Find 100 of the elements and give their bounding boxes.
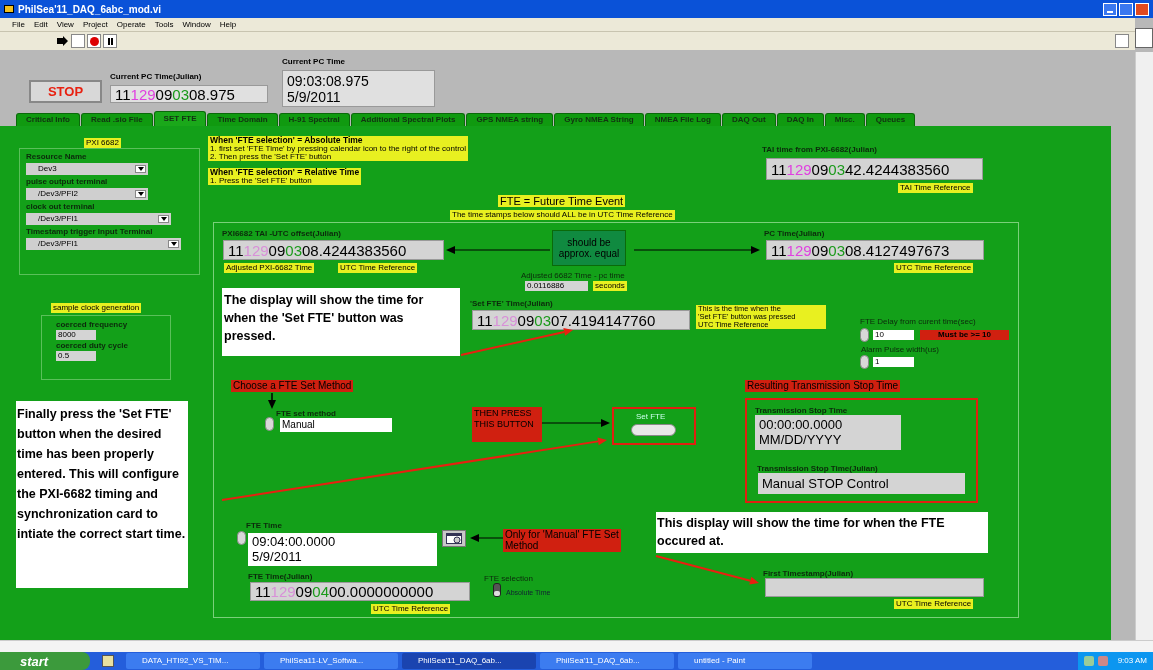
horizontal-scrollbar[interactable] — [0, 640, 1153, 652]
menu-item[interactable]: File — [12, 18, 25, 31]
pause-icon[interactable] — [103, 34, 117, 48]
text-display: Manual STOP Control — [758, 473, 965, 494]
tab[interactable]: Gyro NMEA String — [554, 113, 644, 126]
tab[interactable]: Critical Info — [16, 113, 80, 126]
field-label: Transmission Stop Time — [755, 407, 848, 415]
reference-tag: seconds — [593, 281, 627, 291]
section-heading: Resulting Transmission Stop Time — [745, 380, 901, 392]
run-arrow-icon[interactable] — [55, 35, 69, 47]
tab[interactable]: Additional Spectral Plots — [350, 113, 466, 126]
julian-time-display: 11129090308.4244383560 — [223, 240, 444, 260]
numeric-field[interactable]: 1 — [873, 357, 914, 367]
minimize-button[interactable] — [1103, 2, 1117, 16]
instruction-label: THEN PRESS THIS BUTTON — [472, 407, 542, 442]
menu-item[interactable]: View — [56, 18, 74, 31]
clock: 9:03 AM — [1117, 655, 1147, 667]
tab[interactable]: DAQ In — [776, 113, 824, 126]
numeric-field[interactable]: 10 — [873, 330, 914, 340]
julian-time-display: 11129090342.4244383560 — [766, 158, 983, 180]
button-caption: Set FTE — [636, 413, 666, 421]
dropdown-arrow-icon — [135, 165, 146, 173]
field-label: FTE set method — [276, 410, 336, 418]
menu-item[interactable]: Operate — [116, 18, 146, 31]
field-label: pulse output terminal — [26, 178, 109, 186]
arrow — [541, 419, 610, 427]
tab[interactable]: SET FTE — [153, 111, 207, 126]
tab[interactable]: Queues — [865, 113, 916, 126]
reference-tag: Adjusted PXI-6682 Time — [224, 263, 315, 273]
tab[interactable]: H-91 Spectral — [278, 113, 350, 126]
taskbar-button[interactable]: PhilSea11-LV_Softwa... — [264, 653, 398, 669]
dropdown[interactable]: /Dev3/PFI1 — [26, 213, 171, 225]
reference-tag: UTC Time Reference — [338, 263, 418, 273]
field-label: Alarm Pulse width(us) — [861, 346, 939, 354]
taskbar-button[interactable]: DATA_HTI92_VS_TIM... — [126, 653, 260, 669]
tab[interactable]: Read .sio File — [81, 113, 153, 126]
quick-launch-icon[interactable] — [102, 655, 114, 667]
instruction-label: Only for 'Manual' FTE Set Method — [503, 529, 621, 552]
menu-item[interactable]: Help — [219, 18, 237, 31]
enum-field[interactable]: Manual — [280, 418, 392, 432]
app-icon — [4, 5, 14, 13]
reference-tag: UTC Time Reference — [894, 263, 974, 273]
field-label: Current PC Time — [282, 56, 346, 68]
tab[interactable]: Misc. — [824, 113, 865, 126]
annotation-note: Finally press the 'Set FTE' button when the desired time has been properly entered. This will configure the PXI-6682 timing and synchronization card to intiate the correct start time. — [16, 401, 188, 588]
dropdown[interactable]: /Dev3/PFI1 — [26, 238, 181, 250]
julian-time-display: 11129090308.975 — [110, 85, 268, 103]
calendar-icon[interactable] — [442, 530, 466, 547]
restore-button[interactable] — [1119, 2, 1133, 16]
field-label: PC Time(Julian) — [764, 230, 825, 238]
field-label: FTE Time(Julian) — [248, 573, 313, 581]
tab[interactable]: Time Domain — [207, 113, 278, 126]
field-label: clock out terminal — [26, 203, 96, 211]
section-title: FTE = Future Time Event — [498, 195, 626, 207]
reference-tag: TAI Time Reference — [898, 183, 973, 193]
dropdown-arrow-icon — [135, 190, 146, 198]
dropdown[interactable]: /Dev3/PFI2 — [26, 188, 148, 200]
menu-item[interactable]: Window — [182, 18, 211, 31]
close-button[interactable] — [1135, 2, 1149, 16]
menu-item[interactable]: Project — [82, 18, 108, 31]
window-title: PhilSea'11_DAQ_6abc_mod.vi — [18, 2, 161, 17]
taskbar-button[interactable]: untitled - Paint — [678, 653, 812, 669]
tray-icon — [1083, 656, 1094, 666]
menu-item[interactable]: Edit — [33, 18, 48, 31]
field-label: FTE selection — [484, 575, 533, 583]
menu-item[interactable]: Tools — [154, 18, 174, 31]
tab[interactable]: GPS NMEA string — [466, 113, 554, 126]
numeric-field: 8000 — [56, 330, 96, 340]
stop-button[interactable]: STOP — [29, 80, 102, 103]
field-label: Current PC Time(Julian) — [110, 71, 203, 83]
start-button[interactable]: start — [0, 652, 90, 670]
set-fte-button[interactable] — [631, 424, 676, 436]
field-label: Transmission Stop Time(Julian) — [757, 465, 878, 473]
field-label: FTE Time — [246, 522, 282, 530]
reference-tag: UTC Time Reference — [894, 599, 974, 609]
instruction-note: When 'FTE selection' = Absolute Time 1. first set 'FTE Time' by pressing calendar icon to the right of the control 2. Then press the 'Set FTE' button — [208, 136, 469, 161]
annotation-note: This display will show the time for when the FTE occured at. — [656, 512, 988, 553]
field-label: Resource Name — [26, 153, 88, 161]
arrow — [268, 392, 276, 409]
field-label: coerced frequency — [56, 321, 129, 329]
dropdown-arrow-icon — [158, 215, 169, 223]
dropdown[interactable]: Dev3 — [26, 163, 148, 175]
vertical-scrollbar[interactable] — [1135, 52, 1153, 640]
tab[interactable]: DAQ Out — [721, 113, 776, 126]
taskbar-button[interactable]: PhilSea'11_DAQ_6ab... — [402, 653, 536, 669]
field-label: coerced duty cycle — [56, 342, 130, 350]
numeric-field: 0.5 — [56, 351, 96, 361]
reference-tag: UTC Time Reference — [371, 604, 451, 614]
field-label: Timestamp trigger Input Terminal — [26, 228, 154, 236]
field-label: PXI6682 TAI -UTC offset(Julian) — [222, 230, 341, 238]
reference-tag: sample clock generation — [51, 303, 142, 313]
taskbar-button[interactable]: PhilSea'11_DAQ_6ab... — [540, 653, 674, 669]
reference-tag: PXI 6682 — [84, 138, 121, 148]
julian-time-display: 11129090308.4127497673 — [766, 240, 984, 260]
toggle-switch[interactable] — [493, 583, 501, 597]
tray-icon — [1097, 656, 1108, 666]
time-field[interactable]: 09:04:00.0000 5/9/2011 — [248, 533, 437, 566]
abort-icon[interactable] — [87, 34, 101, 48]
field-label: TAI time from PXI-6682(Julian) — [762, 146, 877, 154]
tab[interactable]: NMEA File Log — [644, 113, 721, 126]
